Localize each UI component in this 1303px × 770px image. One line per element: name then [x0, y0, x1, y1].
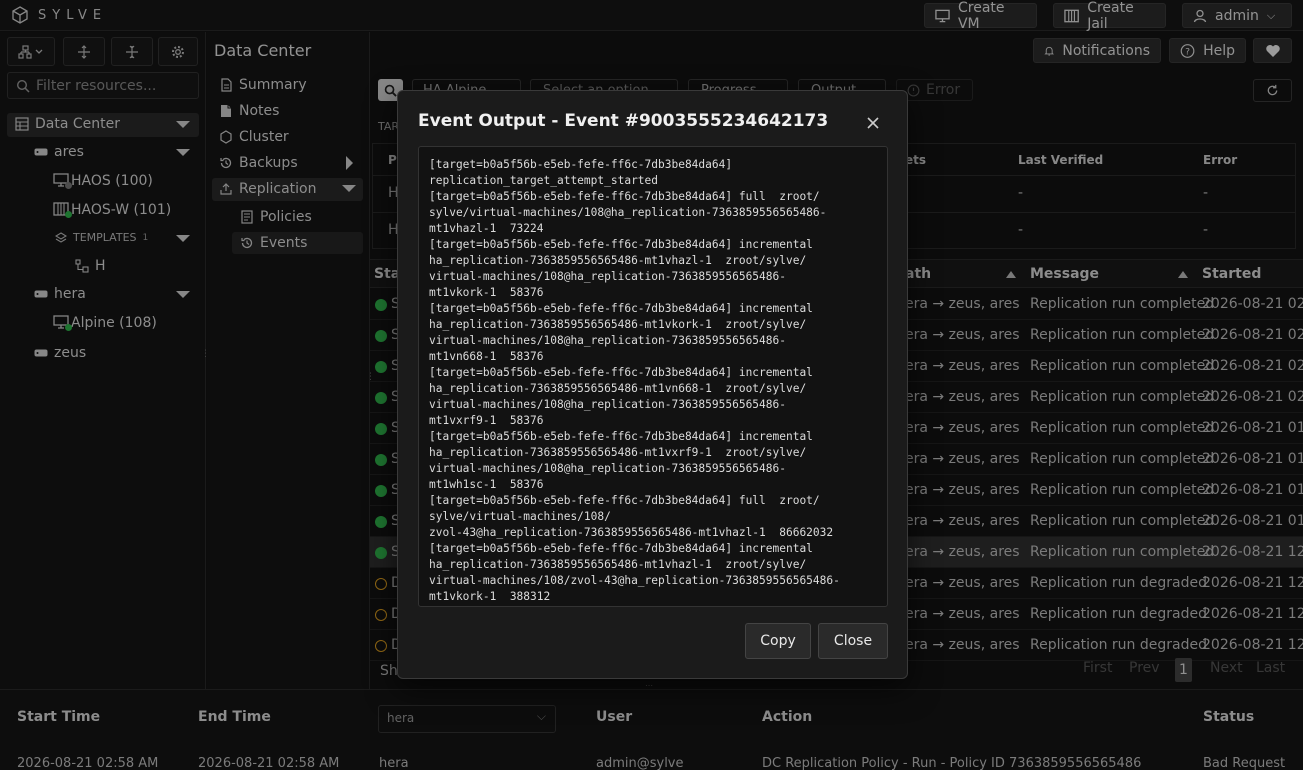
close-icon[interactable]	[864, 115, 882, 133]
close-button[interactable]: Close	[818, 623, 888, 659]
event-output-log[interactable]: [target=b0a5f56b-e5eb-fefe-ff6c-7db3be84…	[418, 146, 888, 607]
dialog-title: Event Output - Event #9003555234642173	[418, 111, 829, 131]
event-output-text: [target=b0a5f56b-e5eb-fefe-ff6c-7db3be84…	[429, 158, 840, 603]
copy-button[interactable]: Copy	[745, 623, 811, 659]
event-output-dialog: Event Output - Event #9003555234642173 […	[397, 90, 908, 679]
